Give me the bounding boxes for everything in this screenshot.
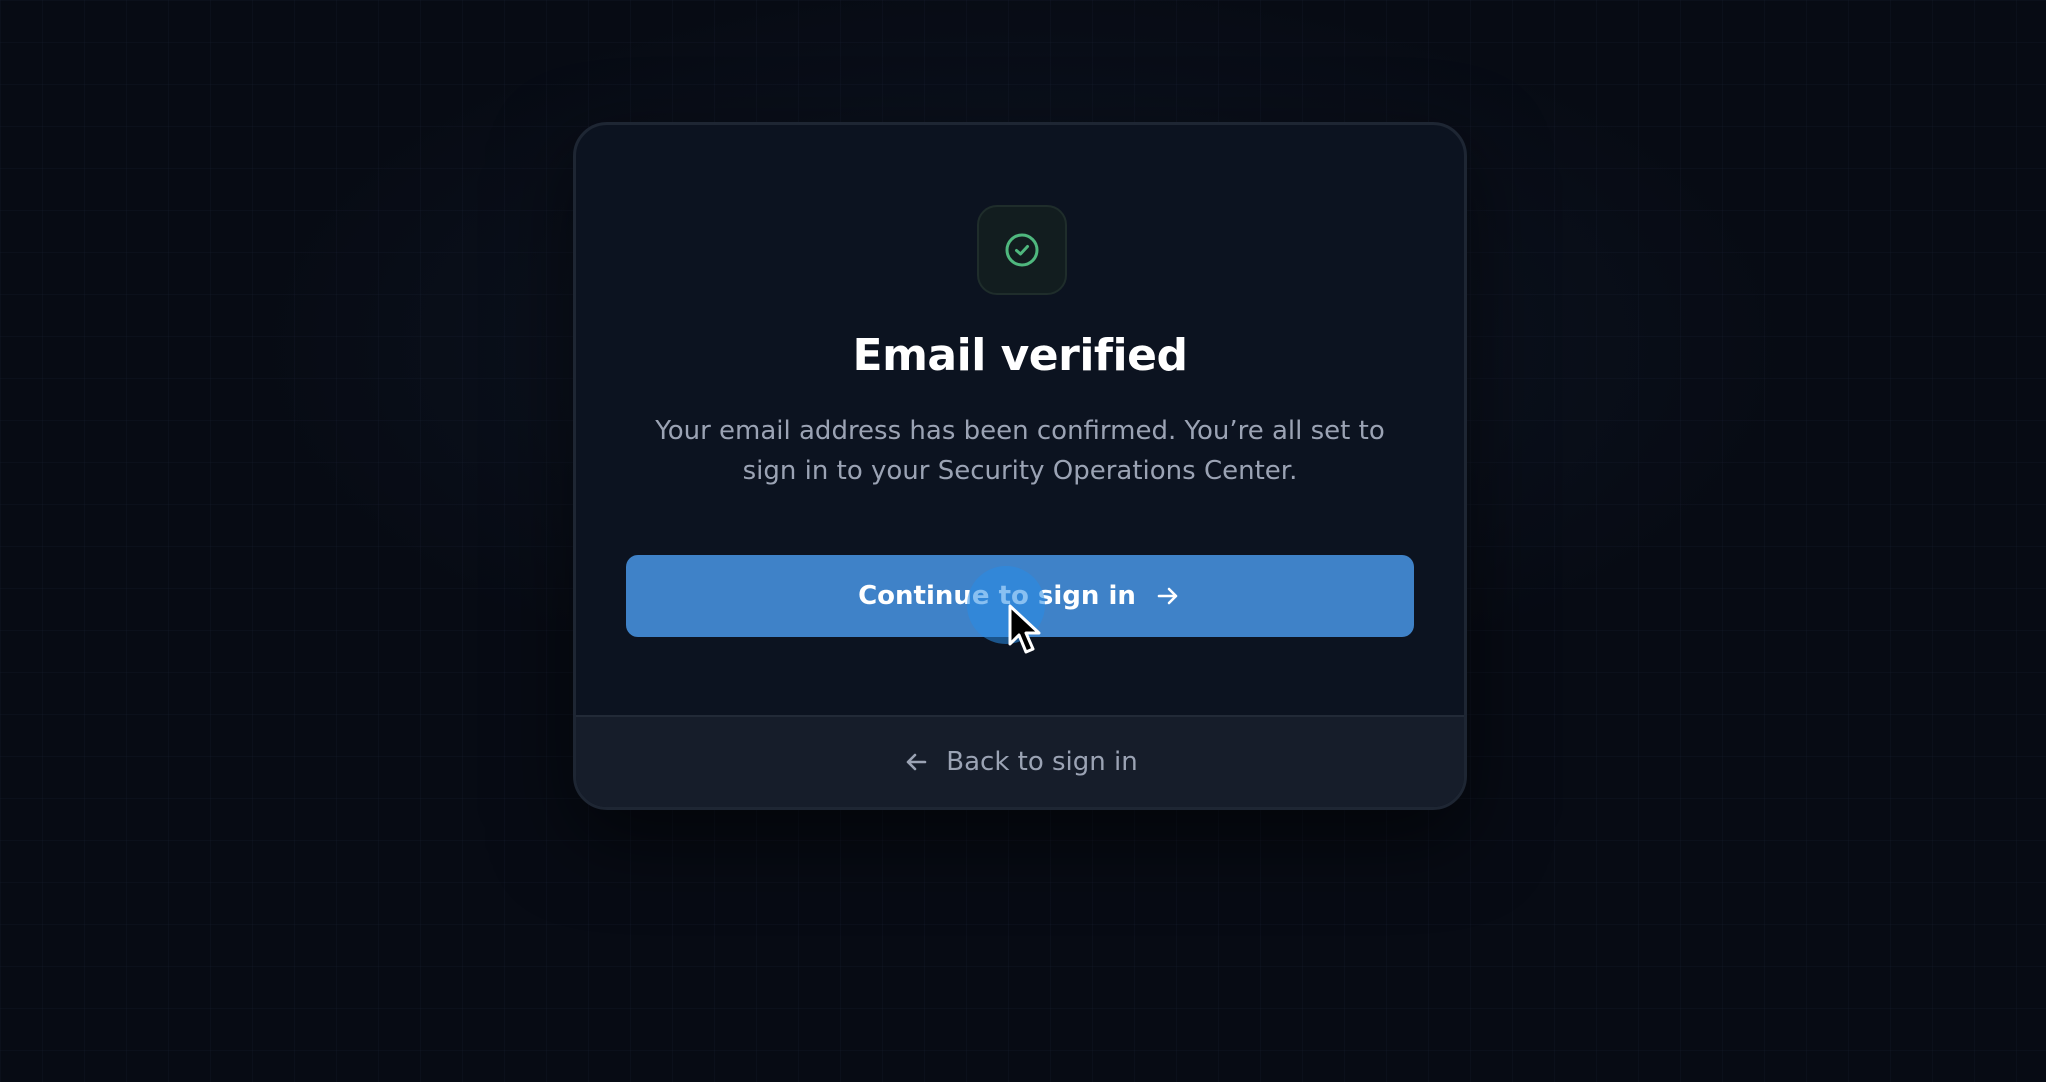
back-link-label: Back to sign in <box>946 747 1138 777</box>
verification-card: Email verified Your email address has be… <box>573 122 1467 810</box>
card-footer: Back to sign in <box>576 715 1464 807</box>
back-to-sign-in-link[interactable]: Back to sign in <box>902 747 1138 777</box>
confirmation-message: Your email address has been confirmed. Y… <box>655 416 1385 486</box>
arrow-left-icon <box>906 753 927 771</box>
success-badge <box>977 205 1067 295</box>
check-circle-icon <box>1005 233 1039 267</box>
arrow-right-icon <box>1157 587 1178 605</box>
mouse-pointer-icon <box>1008 604 1041 654</box>
page-title: Email verified <box>852 330 1188 381</box>
